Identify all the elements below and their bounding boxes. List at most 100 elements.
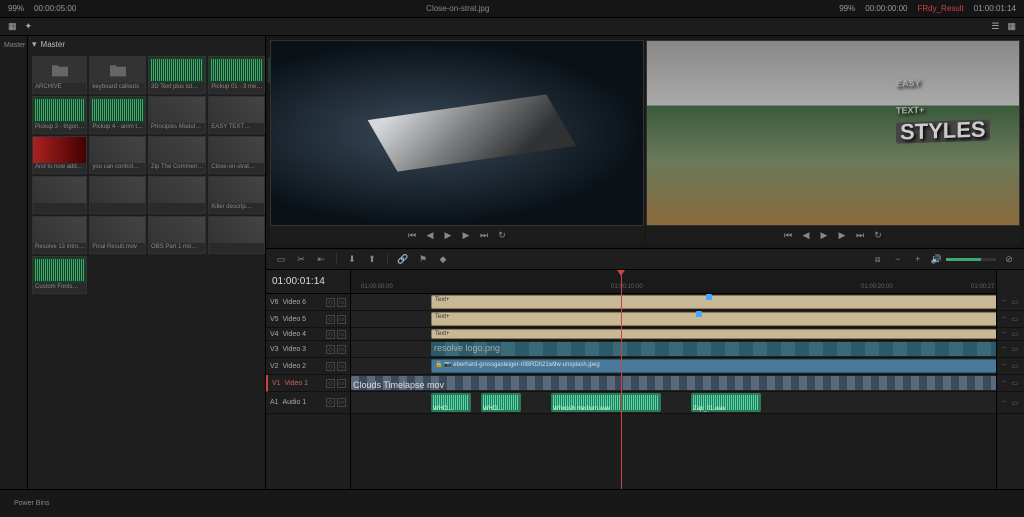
record-canvas[interactable]: EASY TEXT+ STYLES [646, 40, 1020, 226]
next-frame-button[interactable]: ▶ [460, 229, 472, 241]
bin-tree[interactable]: Master [0, 36, 28, 489]
volume-control[interactable]: 🔊 [931, 254, 996, 265]
curve-icon[interactable]: ~ [1002, 315, 1010, 323]
media-clip[interactable]: Resolve 13 intro… [32, 216, 87, 254]
timeline-audio-clip[interactable]: Whoosh medium.wav [551, 393, 661, 412]
expand-icon[interactable]: ▭ [1012, 315, 1020, 323]
selection-tool[interactable]: ▭ [274, 252, 288, 266]
media-clip[interactable]: 3D Text plus tut… [148, 56, 206, 94]
blade-tool[interactable]: ✂ [294, 252, 308, 266]
pool-breadcrumb[interactable]: Master [41, 40, 65, 49]
track-enable-icon[interactable]: ▭ [337, 345, 346, 354]
curve-icon[interactable]: ~ [1002, 362, 1010, 370]
media-clip[interactable]: Final Result.mov [89, 216, 146, 254]
expand-icon[interactable]: ▭ [1012, 298, 1020, 306]
track-header-v2[interactable]: V2 Video 2◇▭ [266, 358, 350, 375]
play-button[interactable]: ▶ [818, 229, 830, 241]
trim-tool[interactable]: ⇤ [314, 252, 328, 266]
timeline-clip[interactable]: resolve logo.png [431, 342, 1024, 356]
timeline-audio-clip[interactable]: WHO… [481, 393, 521, 412]
curve-icon[interactable]: ~ [1002, 330, 1010, 338]
lock-icon[interactable]: ◇ [326, 362, 335, 371]
marker-icon[interactable]: ◆ [436, 252, 450, 266]
chevron-down-icon[interactable]: ▾ [32, 39, 37, 50]
media-clip[interactable] [148, 176, 206, 214]
lock-icon[interactable]: ◇ [326, 379, 335, 388]
track-enable-icon[interactable]: ▭ [337, 379, 346, 388]
track-row-v1[interactable]: Clouds Timelapse mov [351, 375, 1024, 392]
media-pool-toggle[interactable]: ▦ [8, 21, 17, 32]
track-row-v3[interactable]: resolve logo.png [351, 341, 1024, 358]
media-clip[interactable] [32, 176, 87, 214]
track-header-v4[interactable]: V4 Video 4◇▭ [266, 328, 350, 341]
track-enable-icon[interactable]: ▭ [337, 398, 346, 407]
metadata-toggle[interactable]: ▦ [1007, 21, 1016, 32]
power-bins-tab[interactable]: Power Bins [8, 498, 55, 509]
volume-slider[interactable] [946, 258, 996, 261]
media-clip[interactable]: Pickup 3 - trigon… [32, 96, 87, 134]
time-ruler[interactable]: 01:00:00:0001:00:10:0001:00:20:0001:00:2… [351, 270, 1024, 294]
curve-icon[interactable]: ~ [1002, 298, 1010, 306]
lock-icon[interactable]: ◇ [326, 398, 335, 407]
track-header-v3[interactable]: V3 Video 3◇▭ [266, 341, 350, 358]
lock-icon[interactable]: ◇ [326, 315, 335, 324]
media-clip[interactable]: Pickup 4 - anim t… [89, 96, 146, 134]
track-header-v1[interactable]: V1 Video 1◇▭ [266, 375, 350, 392]
media-clip[interactable]: you can control… [89, 136, 146, 174]
timecode-display[interactable]: 01:00:01:14 [266, 270, 350, 294]
expand-icon[interactable]: ▭ [1012, 330, 1020, 338]
media-clip[interactable] [208, 216, 265, 254]
expand-icon[interactable]: ▭ [1012, 345, 1020, 353]
effects-toggle[interactable]: ✦ [25, 21, 33, 32]
link-icon[interactable]: 🔗 [396, 252, 410, 266]
timeline-clip[interactable]: Text+ [431, 329, 1024, 339]
track-header-a1[interactable]: A1 Audio 1◇▭ [266, 392, 350, 414]
media-clip[interactable]: Pickup 01 - 3 me… [208, 56, 265, 94]
expand-icon[interactable]: ▭ [1012, 399, 1020, 407]
last-frame-button[interactable]: ⏭ [478, 229, 490, 241]
media-clip[interactable]: Killer descrip… [208, 176, 265, 214]
expand-icon[interactable]: ▭ [1012, 379, 1020, 387]
lock-icon[interactable]: ◇ [326, 345, 335, 354]
media-clip[interactable]: And to now add… [32, 136, 87, 174]
curve-icon[interactable]: ~ [1002, 345, 1010, 353]
timeline-clip[interactable]: Text+ [431, 295, 1024, 309]
track-header-v5[interactable]: V5 Video 5◇▭ [266, 311, 350, 328]
media-clip[interactable]: ARCHIVE [32, 56, 87, 94]
prev-frame-button[interactable]: ◀ [424, 229, 436, 241]
zoom-in-icon[interactable]: + [911, 252, 925, 266]
media-clip[interactable]: Principles Modul… [148, 96, 206, 134]
curve-icon[interactable]: ~ [1002, 399, 1010, 407]
track-enable-icon[interactable]: ▭ [337, 362, 346, 371]
overwrite-button[interactable]: ⬆ [365, 252, 379, 266]
first-frame-button[interactable]: ⏮ [406, 229, 418, 241]
media-clip[interactable]: Zip The Commen… [148, 136, 206, 174]
track-row-v5[interactable]: Text+ [351, 311, 1024, 328]
inspector-toggle[interactable]: ☰ [991, 21, 999, 32]
lock-icon[interactable]: ◇ [326, 330, 335, 339]
flag-icon[interactable]: ⚑ [416, 252, 430, 266]
first-frame-button[interactable]: ⏮ [782, 229, 794, 241]
bin-master[interactable]: Master [2, 40, 25, 51]
mute-icon[interactable]: ⊘ [1002, 252, 1016, 266]
track-row-v6[interactable]: Text+ [351, 294, 1024, 311]
play-button[interactable]: ▶ [442, 229, 454, 241]
prev-frame-button[interactable]: ◀ [800, 229, 812, 241]
track-enable-icon[interactable]: ▭ [337, 315, 346, 324]
media-clip[interactable] [89, 176, 146, 214]
track-row-a1[interactable]: WHO… WHO… Whoosh medium.wav Zap_01.wav [351, 392, 1024, 414]
media-clip[interactable]: OBS Part 1 mo… [148, 216, 206, 254]
media-clip[interactable]: Custom Fonts… [32, 256, 87, 294]
next-frame-button[interactable]: ▶ [836, 229, 848, 241]
timeline-audio-clip[interactable]: Zap_01.wav [691, 393, 761, 412]
track-enable-icon[interactable]: ▭ [337, 298, 346, 307]
playhead[interactable] [621, 270, 622, 489]
loop-icon[interactable]: ↻ [496, 229, 508, 241]
expand-icon[interactable]: ▭ [1012, 362, 1020, 370]
loop-icon[interactable]: ↻ [872, 229, 884, 241]
track-header-v6[interactable]: V6 Video 6◇▭ [266, 294, 350, 311]
insert-button[interactable]: ⬇ [345, 252, 359, 266]
speaker-icon[interactable]: 🔊 [931, 254, 942, 265]
timeline-audio-clip[interactable]: WHO… [431, 393, 471, 412]
media-clip[interactable]: keyboard callouts [89, 56, 146, 94]
